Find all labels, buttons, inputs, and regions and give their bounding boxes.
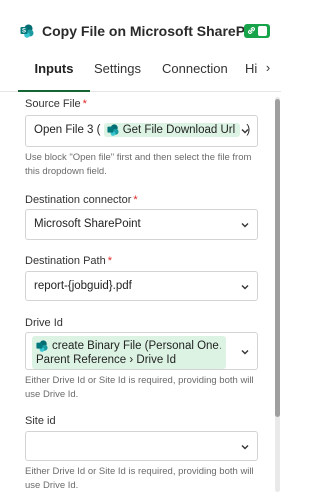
chevron-down-icon	[241, 350, 249, 355]
source-file-label: Source File *	[25, 98, 87, 110]
chevron-down-icon	[241, 129, 249, 134]
destination-connector-label: Destination connector *	[25, 194, 138, 206]
toggle-knob	[258, 26, 267, 36]
svg-text:S: S	[22, 29, 26, 35]
tab-history[interactable]: Hi	[245, 62, 261, 92]
chevron-down-icon	[241, 445, 249, 450]
drive-id-select[interactable]: create Binary File (Personal One… Parent…	[25, 332, 258, 370]
chevron-down-icon	[241, 223, 249, 228]
source-file-token: Get File Download Url	[103, 123, 241, 137]
source-file-hint: Use block "Open file" first and then sel…	[25, 152, 252, 177]
destination-path-label: Destination Path *	[25, 255, 112, 267]
tab-inputs[interactable]: Inputs	[18, 62, 90, 92]
panel-header: S Copy File on Microsoft SharePoint	[0, 0, 281, 62]
destination-path-value: report-{jobguid}.pdf	[34, 280, 132, 292]
sharepoint-icon	[36, 340, 48, 352]
drive-id-token: create Binary File (Personal One… Parent…	[32, 336, 226, 369]
scrollbar-thumb[interactable]	[275, 99, 280, 417]
site-id-label: Site id	[25, 415, 56, 427]
tab-settings[interactable]: Settings	[94, 62, 150, 92]
source-file-value: Open File 3 ( Get File Download Url )	[34, 123, 251, 137]
destination-path-select[interactable]: report-{jobguid}.pdf	[25, 271, 258, 301]
sharepoint-icon: S	[20, 24, 34, 38]
enable-toggle[interactable]	[244, 24, 270, 38]
destination-connector-select[interactable]: Microsoft SharePoint	[25, 209, 258, 240]
drive-id-hint: Either Drive Id or Site Id is required, …	[25, 375, 254, 400]
chevron-right-icon: ›	[129, 354, 134, 366]
tab-bar: Inputs Settings Connection Hi ›	[0, 60, 281, 92]
page-title: Copy File on Microsoft SharePoint	[42, 23, 244, 39]
source-file-select[interactable]: Open File 3 ( Get File Download Url )	[25, 115, 258, 147]
link-icon	[246, 26, 256, 36]
tabs-scroll-right-icon[interactable]: ›	[261, 60, 275, 75]
site-id-hint: Either Drive Id or Site Id is required, …	[25, 466, 254, 491]
drive-id-label: Drive Id	[25, 317, 63, 329]
sharepoint-icon	[107, 124, 119, 136]
chevron-down-icon	[241, 285, 249, 290]
destination-connector-value: Microsoft SharePoint	[34, 218, 141, 230]
scrollbar[interactable]	[275, 97, 280, 492]
tab-connection[interactable]: Connection	[162, 62, 228, 92]
site-id-select[interactable]	[25, 431, 258, 461]
